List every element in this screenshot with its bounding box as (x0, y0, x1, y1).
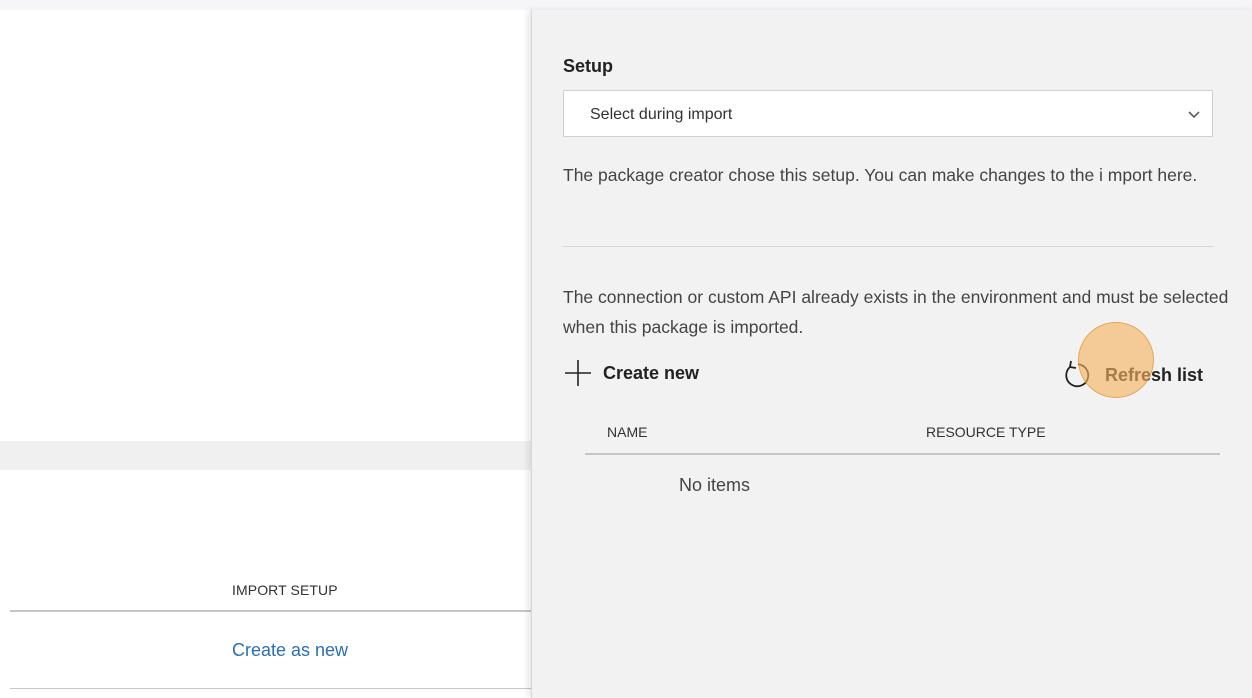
create-as-new-link[interactable]: Create as new (232, 640, 348, 661)
table-row-divider (10, 688, 531, 689)
plus-icon (565, 360, 591, 386)
setup-label: Setup (563, 56, 614, 76)
setup-select[interactable]: Select during import (563, 90, 1213, 137)
table-header-divider (10, 610, 531, 612)
import-setup-panel: Setup Select during import The package c… (531, 10, 1252, 698)
background-section-band (0, 441, 531, 470)
create-new-label: Create new (603, 362, 700, 383)
setup-description: The package creator chose this setup. Yo… (563, 165, 1198, 185)
chevron-down-icon (1188, 111, 1200, 119)
section-divider (563, 246, 1214, 247)
import-setup-column-header: IMPORT SETUP (232, 582, 338, 598)
empty-table-message: No items (679, 475, 751, 495)
refresh-icon (1065, 360, 1090, 388)
column-header-resource-type[interactable]: RESOURCE TYPE (926, 424, 1046, 440)
column-header-name[interactable]: NAME (607, 424, 647, 440)
refresh-list-label: Refresh list (1105, 364, 1204, 385)
create-new-button[interactable]: Create new (563, 357, 699, 389)
table-header-divider (585, 453, 1220, 455)
connection-info-text: The connection or custom API already exi… (563, 287, 1229, 337)
screen: IMPORT SETUP Create as new Setup Select … (0, 0, 1252, 698)
refresh-list-button[interactable]: Refresh list (1059, 358, 1203, 392)
setup-select-value: Select during import (590, 106, 733, 123)
